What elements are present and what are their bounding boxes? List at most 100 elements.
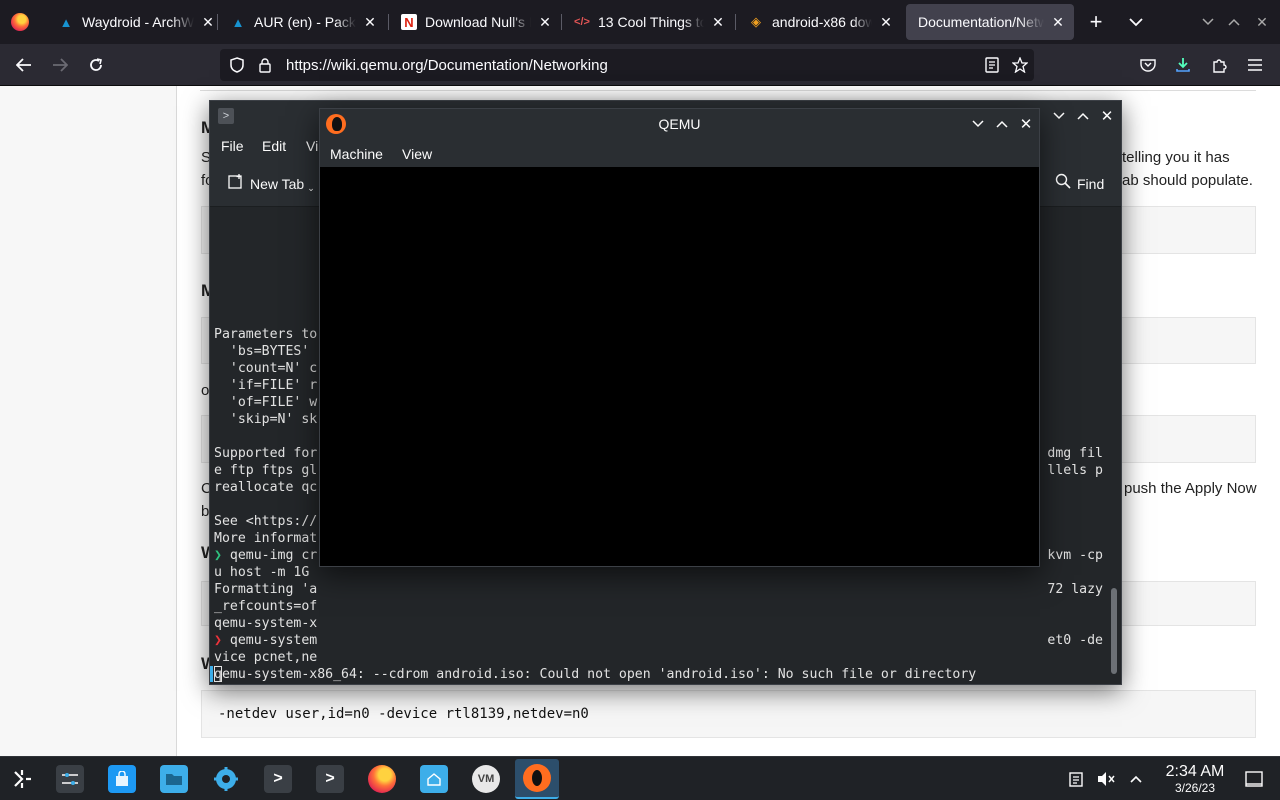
terminal-line-fragment: 72 lazy xyxy=(1047,582,1103,597)
find-button[interactable]: Find xyxy=(1055,173,1104,194)
terminal-line-text: Formatting 'a xyxy=(214,582,318,597)
diamond-icon: ◈ xyxy=(751,14,761,29)
taskbar-virt-manager[interactable]: VM xyxy=(464,759,508,799)
qemu-icon xyxy=(523,764,551,792)
taskbar-terminal-1[interactable]: > xyxy=(256,759,300,799)
qemu-titlebar[interactable]: QEMU ✕ xyxy=(320,109,1039,139)
menu-machine[interactable]: Machine xyxy=(330,146,383,162)
taskbar-home[interactable] xyxy=(412,759,456,799)
new-tab-label: New Tab xyxy=(250,175,305,192)
terminal-line-text: vice pcnet,ne xyxy=(214,650,318,665)
taskbar-terminal-2[interactable]: > xyxy=(308,759,352,799)
system-tray-expand-icon[interactable] xyxy=(1124,757,1148,800)
tab-close-icon[interactable]: ✕ xyxy=(710,14,726,31)
terminal-scrollbar[interactable] xyxy=(1108,208,1121,684)
terminal-line-fragment: llels p xyxy=(1047,463,1103,478)
arch-logo-icon: ▲ xyxy=(231,14,245,30)
pocket-icon[interactable] xyxy=(1132,49,1164,81)
tab-cool-things[interactable]: </> 13 Cool Things to Do ✕ xyxy=(562,4,734,40)
tab-close-icon[interactable]: ✕ xyxy=(537,14,553,31)
terminal-line-fragment: kvm -cp xyxy=(1047,548,1103,563)
sliders-icon xyxy=(56,765,84,793)
wiki-sidebar xyxy=(0,86,177,756)
tab-close-icon[interactable]: ✕ xyxy=(362,14,378,31)
home-folder-icon xyxy=(420,765,448,793)
list-all-tabs-chevron-icon[interactable] xyxy=(1122,8,1150,36)
url-bar[interactable]: https://wiki.qemu.org/Documentation/Netw… xyxy=(220,49,1034,81)
window-maximize-icon[interactable] xyxy=(992,114,1012,134)
taskbar-firefox[interactable] xyxy=(360,759,404,799)
taskbar-file-manager[interactable] xyxy=(152,759,196,799)
taskbar-discover[interactable] xyxy=(100,759,144,799)
dropdown-arrow-icon: ⌄ xyxy=(307,183,315,193)
n-logo-icon: N xyxy=(401,14,417,30)
taskbar-system-settings[interactable] xyxy=(48,759,92,799)
taskbar-settings[interactable] xyxy=(204,759,248,799)
terminal-line: 'of=FILE' w xyxy=(214,394,317,411)
terminal-line-text: qemu-system xyxy=(229,633,318,648)
tab-nulls-brawl[interactable]: N Download Null's Brawl ✕ xyxy=(389,4,561,40)
show-desktop-icon[interactable] xyxy=(1242,757,1266,800)
new-tab-button[interactable]: New Tab ⌄ xyxy=(228,173,315,194)
hamburger-menu-icon[interactable] xyxy=(1239,49,1271,81)
application-launcher[interactable] xyxy=(0,759,44,799)
shield-icon[interactable] xyxy=(226,49,248,81)
terminal-line-text: u host -m 1G xyxy=(214,565,310,580)
tab-title: AUR (en) - Packages xyxy=(254,14,356,30)
terminal-line: reallocate qc xyxy=(214,479,317,496)
vm-display[interactable] xyxy=(320,167,1039,566)
menu-view[interactable]: View xyxy=(402,146,432,162)
tab-documentation-networking[interactable]: Documentation/Networking ✕ xyxy=(906,4,1074,40)
volume-muted-icon[interactable] xyxy=(1094,757,1118,800)
browser-nav-bar: https://wiki.qemu.org/Documentation/Netw… xyxy=(0,44,1280,86)
reload-icon[interactable] xyxy=(80,49,112,81)
new-tab-plus-icon[interactable]: + xyxy=(1082,8,1110,36)
window-maximize-icon[interactable] xyxy=(1073,106,1093,126)
terminal-icon: > xyxy=(316,765,344,793)
tab-close-icon[interactable]: ✕ xyxy=(878,14,894,31)
terminal-line: Supported for xyxy=(214,445,317,462)
terminal-line-text: _refcounts=of xyxy=(214,599,318,614)
tab-android-x86[interactable]: ◈ android-x86 download ✕ xyxy=(736,4,902,40)
terminal-line: See <https:// xyxy=(214,513,317,530)
url-text[interactable]: https://wiki.qemu.org/Documentation/Netw… xyxy=(286,57,978,74)
window-maximize-icon[interactable] xyxy=(1220,8,1248,36)
tab-close-icon[interactable]: ✕ xyxy=(200,14,216,31)
bookmark-star-icon[interactable] xyxy=(1006,49,1034,81)
terminal-line: e ftp ftps gl xyxy=(214,462,317,479)
window-close-icon[interactable]: ✕ xyxy=(1248,8,1276,36)
menu-file[interactable]: File xyxy=(221,138,244,154)
window-minimize-icon[interactable] xyxy=(968,114,988,134)
scrollbar-thumb[interactable] xyxy=(1111,588,1117,674)
downloads-icon[interactable] xyxy=(1167,49,1199,81)
tab-close-icon[interactable]: ✕ xyxy=(1050,14,1066,31)
menu-edit[interactable]: Edit xyxy=(262,138,286,154)
taskbar-qemu[interactable] xyxy=(515,759,559,799)
window-close-icon[interactable]: ✕ xyxy=(1097,106,1117,126)
forward-arrow-icon[interactable] xyxy=(44,49,76,81)
terminal-line: ❯ qemu-img cr xyxy=(214,547,317,564)
prompt-arrow-icon: ❯ xyxy=(214,548,230,563)
tab-title: 13 Cool Things to Do xyxy=(598,14,704,30)
window-minimize-icon[interactable] xyxy=(1049,106,1069,126)
window-minimize-icon[interactable] xyxy=(1194,8,1222,36)
qemu-window[interactable]: QEMU ✕ Machine View xyxy=(319,108,1040,567)
tab-aur[interactable]: ▲ AUR (en) - Packages ✕ xyxy=(218,4,386,40)
digital-clock[interactable]: 2:34 AM 3/26/23 xyxy=(1150,763,1240,795)
terminal-line-text: e ftp ftps gl xyxy=(214,463,318,478)
firefox-view-button[interactable] xyxy=(0,0,40,44)
reader-view-icon[interactable] xyxy=(978,49,1006,81)
browser-tab-strip: ▲ Waydroid - ArchWiki ✕ ▲ AUR (en) - Pac… xyxy=(0,0,1280,44)
terminal-line: More informat xyxy=(214,530,317,547)
clipboard-icon[interactable] xyxy=(1064,757,1088,800)
lock-icon[interactable] xyxy=(254,49,276,81)
menu-view[interactable]: Vi xyxy=(306,138,318,154)
terminal-line: Parameters to xyxy=(214,326,317,343)
terminal-app-icon[interactable]: > xyxy=(218,108,234,124)
tab-waydroid[interactable]: ▲ Waydroid - ArchWiki ✕ xyxy=(46,4,224,40)
back-arrow-icon[interactable] xyxy=(8,49,40,81)
extensions-puzzle-icon[interactable] xyxy=(1203,49,1235,81)
vm-manager-icon: VM xyxy=(472,765,500,793)
window-close-icon[interactable]: ✕ xyxy=(1016,114,1036,134)
terminal-line: 'if=FILE' r xyxy=(214,377,317,394)
